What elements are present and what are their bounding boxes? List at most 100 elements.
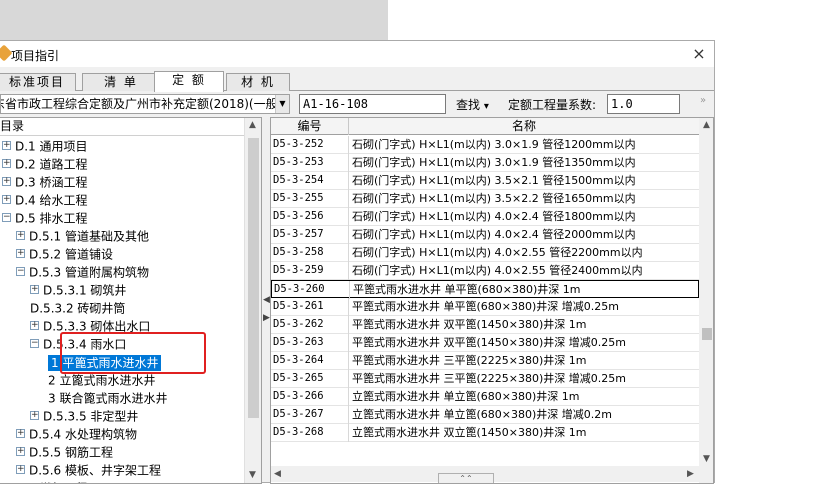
table-row[interactable]: D5-3-257石砌(门字式) H×L1(m以内) 4.0×2.4 管径2000… bbox=[271, 226, 699, 244]
tab-materials[interactable]: 材 机 bbox=[226, 73, 290, 91]
table-row[interactable]: D5-3-260平篦式雨水进水井 单平篦(680×380)井深 1m bbox=[271, 280, 699, 298]
close-button[interactable]: × bbox=[689, 44, 709, 64]
cell-code: D5-3-256 bbox=[271, 208, 349, 226]
table-row[interactable]: D5-3-267立篦式雨水进水井 单立篦(680×380)井深 增减0.2m bbox=[271, 406, 699, 424]
tree-item-label: 3 联合篦式雨水进水井 bbox=[48, 392, 167, 406]
table-row[interactable]: D5-3-264平篦式雨水进水井 三平篦(2225×380)井深 1m bbox=[271, 352, 699, 370]
expand-icon[interactable]: + bbox=[16, 465, 25, 474]
scroll-up-icon[interactable]: ▲ bbox=[703, 120, 710, 130]
tree-item[interactable]: +D.5.4 水处理构筑物 bbox=[16, 425, 137, 443]
scroll-down-icon[interactable]: ▼ bbox=[249, 470, 256, 480]
tree-scrollbar[interactable]: ▲ ▼ bbox=[244, 118, 261, 484]
cell-name: 平篦式雨水进水井 单平篦(680×380)井深 增减0.25m bbox=[352, 298, 697, 316]
tree-item-label: D.5.3.5 非定型井 bbox=[43, 410, 138, 424]
tree-item[interactable]: + D.5.5 钢筋工程 bbox=[16, 443, 113, 461]
scroll-down-icon[interactable]: ▼ bbox=[703, 454, 710, 464]
collapse-icon[interactable]: − bbox=[2, 213, 11, 222]
tree-item[interactable]: −D.5 排水工程 bbox=[2, 209, 88, 227]
tree-item[interactable]: +D.6 燃气工程 bbox=[2, 479, 88, 484]
column-header-name[interactable]: 名称 bbox=[349, 118, 699, 135]
expand-icon[interactable]: + bbox=[2, 159, 11, 168]
coefficient-input[interactable]: 1.0 bbox=[607, 94, 680, 114]
table-row[interactable]: D5-3-265平篦式雨水进水井 三平篦(2225×380)井深 增减0.25m bbox=[271, 370, 699, 388]
collapse-icon[interactable]: − bbox=[30, 339, 39, 348]
tab-standard-items[interactable]: 标准项目 bbox=[0, 73, 76, 91]
tree-item[interactable]: + D.4 给水工程 bbox=[2, 191, 88, 209]
table-row[interactable]: D5-3-261平篦式雨水进水井 单平篦(680×380)井深 增减0.25m bbox=[271, 298, 699, 316]
cell-code: D5-3-254 bbox=[271, 172, 349, 190]
more-icon[interactable]: » bbox=[700, 95, 706, 106]
highlight-annotation bbox=[60, 332, 206, 374]
tree-item-label: D.5.6 模板、井字架工程 bbox=[29, 464, 161, 478]
tab-quota[interactable]: 定 额 bbox=[154, 71, 224, 92]
grid-scrollbar[interactable]: ▲ ▼ bbox=[699, 118, 714, 484]
expand-icon[interactable]: + bbox=[30, 285, 39, 294]
table-row[interactable]: D5-3-263平篦式雨水进水井 双平篦(1450×380)井深 增减0.25m bbox=[271, 334, 699, 352]
table-row[interactable]: D5-3-259石砌(门字式) H×L1(m以内) 4.0×2.55 管径240… bbox=[271, 262, 699, 280]
table-row[interactable]: D5-3-256石砌(门字式) H×L1(m以内) 4.0×2.4 管径1800… bbox=[271, 208, 699, 226]
table-row[interactable]: D5-3-262平篦式雨水进水井 双平篦(1450×380)井深 1m bbox=[271, 316, 699, 334]
quota-library-select[interactable]: 东省市政工程综合定额及广州市补充定额(2018)(一般 ▼ bbox=[0, 94, 290, 114]
scroll-up-icon[interactable]: ▲ bbox=[249, 120, 256, 130]
table-row[interactable]: D5-3-254石砌(门字式) H×L1(m以内) 3.5×2.1 管径1500… bbox=[271, 172, 699, 190]
panel-splitter[interactable]: ◀ ▶ bbox=[262, 117, 270, 484]
expand-grip-icon[interactable]: ⌃⌃ bbox=[438, 473, 494, 483]
find-button[interactable]: 查找 ▾ bbox=[456, 96, 489, 113]
expand-icon[interactable]: + bbox=[16, 429, 25, 438]
expand-icon[interactable]: + bbox=[2, 177, 11, 186]
table-row[interactable]: D5-3-253石砌(门字式) H×L1(m以内) 3.0×1.9 管径1350… bbox=[271, 154, 699, 172]
expand-icon[interactable]: + bbox=[16, 447, 25, 456]
tree-item[interactable]: +D.3 桥涵工程 bbox=[2, 173, 88, 191]
table-row[interactable]: D5-3-268立篦式雨水进水井 双立篦(1450×380)井深 1m bbox=[271, 424, 699, 442]
tree-item[interactable]: + D.5.2 管道铺设 bbox=[16, 245, 113, 263]
scroll-left-icon[interactable]: ◀ bbox=[274, 469, 281, 479]
table-row[interactable]: D5-3-266立篦式雨水进水井 单立篦(680×380)井深 1m bbox=[271, 388, 699, 406]
tree-item[interactable]: + D.5.3.5 非定型井 bbox=[30, 407, 138, 425]
cell-name: 平篦式雨水进水井 双平篦(1450×380)井深 1m bbox=[352, 316, 697, 334]
expand-icon[interactable]: + bbox=[2, 195, 11, 204]
column-header-code[interactable]: 编号 bbox=[271, 118, 349, 135]
expand-icon[interactable]: + bbox=[30, 411, 39, 420]
cell-code: D5-3-257 bbox=[271, 226, 349, 244]
tree-item[interactable]: 3 联合篦式雨水进水井 bbox=[48, 389, 167, 407]
tree-header: 目录 bbox=[0, 118, 261, 136]
quota-code-input[interactable]: A1-16-108 bbox=[299, 94, 446, 114]
tree-item-label: D.5.2 管道铺设 bbox=[29, 248, 113, 262]
cell-code: D5-3-267 bbox=[271, 406, 349, 424]
table-row[interactable]: D5-3-252石砌(门字式) H×L1(m以内) 3.0×1.9 管径1200… bbox=[271, 136, 699, 154]
tree-item[interactable]: + D.5.6 模板、井字架工程 bbox=[16, 461, 161, 479]
collapse-right-icon[interactable]: ▶ bbox=[263, 313, 270, 323]
toolbar: 东省市政工程综合定额及广州市补充定额(2018)(一般 ▼ A1-16-108 … bbox=[0, 93, 714, 115]
table-row[interactable]: D5-3-258石砌(门字式) H×L1(m以内) 4.0×2.55 管径220… bbox=[271, 244, 699, 262]
expand-icon[interactable]: + bbox=[2, 141, 11, 150]
tree-item[interactable]: +D.5.1 管道基础及其他 bbox=[16, 227, 149, 245]
tab-strip: 标准项目 清 单 定 额 材 机 bbox=[0, 71, 714, 91]
tree-scroll-thumb[interactable] bbox=[248, 138, 259, 418]
table-row[interactable]: D5-3-255石砌(门字式) H×L1(m以内) 3.5×2.2 管径1650… bbox=[271, 190, 699, 208]
scroll-right-icon[interactable]: ▶ bbox=[687, 469, 694, 479]
chevron-down-icon: ▾ bbox=[484, 101, 489, 112]
expand-icon[interactable]: + bbox=[16, 249, 25, 258]
grid-scroll-thumb[interactable] bbox=[702, 328, 712, 340]
tree-item-label: 2 立篦式雨水进水井 bbox=[48, 374, 155, 388]
cell-code: D5-3-259 bbox=[271, 262, 349, 280]
background-window bbox=[0, 0, 388, 40]
tree-item-label: D.5.5 钢筋工程 bbox=[29, 446, 113, 460]
quota-library-value: 东省市政工程综合定额及广州市补充定额(2018)(一般 bbox=[0, 95, 278, 113]
collapse-left-icon[interactable]: ◀ bbox=[263, 295, 270, 305]
expand-icon[interactable]: + bbox=[16, 231, 25, 240]
expand-icon[interactable]: + bbox=[30, 321, 39, 330]
cell-code: D5-3-266 bbox=[271, 388, 349, 406]
collapse-icon[interactable]: − bbox=[16, 267, 25, 276]
cell-name: 石砌(门字式) H×L1(m以内) 4.0×2.4 管径2000mm以内 bbox=[352, 226, 697, 244]
tree-item[interactable]: −D.5.3 管道附属构筑物 bbox=[16, 263, 149, 281]
chevron-down-icon[interactable]: ▼ bbox=[275, 95, 289, 113]
cell-code: D5-3-268 bbox=[271, 424, 349, 442]
tree-item[interactable]: +D.1 通用项目 bbox=[2, 137, 88, 155]
tab-bill[interactable]: 清 单 bbox=[82, 73, 160, 91]
coefficient-label: 定额工程量系数: bbox=[508, 96, 596, 113]
tree-item[interactable]: +D.5.3.1 砌筑井 bbox=[30, 281, 126, 299]
tree-item[interactable]: D.5.3.2 砖砌井筒 bbox=[30, 299, 125, 317]
tree-item-label: D.4 给水工程 bbox=[15, 194, 88, 208]
tree-item[interactable]: +D.2 道路工程 bbox=[2, 155, 88, 173]
